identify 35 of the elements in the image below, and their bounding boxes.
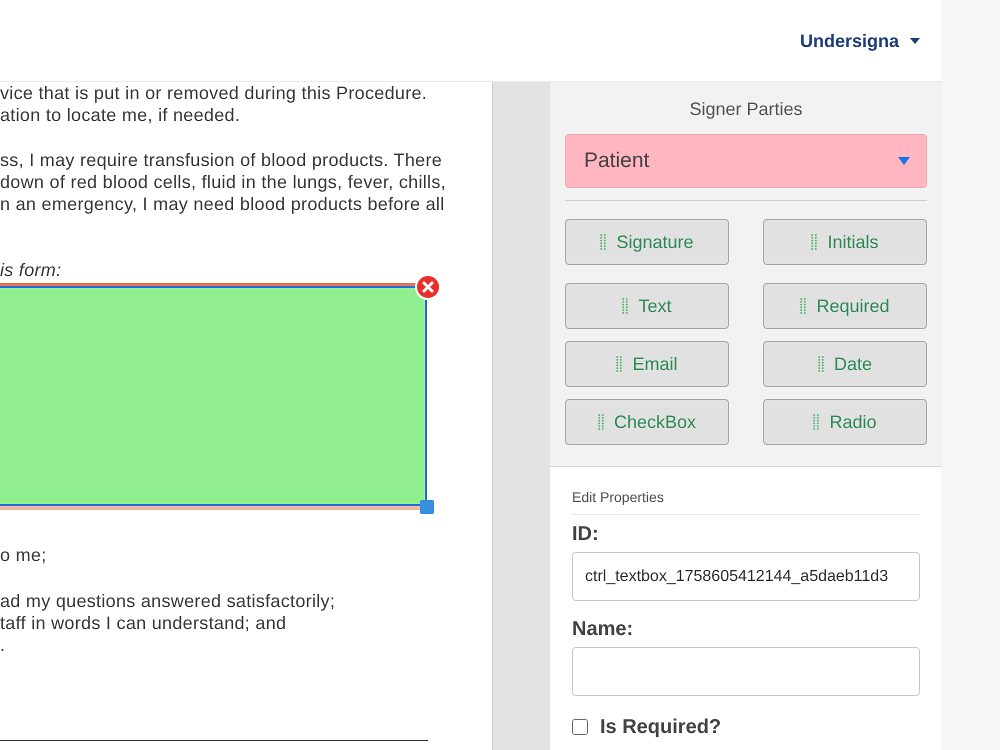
field-type-button[interactable]: Radio bbox=[763, 399, 927, 445]
grip-icon bbox=[616, 356, 622, 372]
caret-icon bbox=[898, 157, 910, 165]
field-label: Name: bbox=[572, 617, 634, 641]
document-paragraph: ss, I may require transfusion of blood products. There down of red blood cells, fluid in the lungs, fever, chills, n an emergency, I may need blood products before all bbox=[0, 149, 446, 215]
signer-party-select[interactable]: Patient bbox=[565, 134, 927, 188]
grip-icon bbox=[600, 234, 606, 250]
document-paragraph: vice that is put in or removed during this Procedure. ation to locate me, if needed. bbox=[0, 82, 428, 126]
field-type-button[interactable]: Email bbox=[565, 341, 729, 387]
grip-icon bbox=[800, 298, 806, 314]
caret-icon bbox=[910, 38, 920, 44]
field-type-button[interactable]: Initials bbox=[763, 219, 927, 265]
field-type-button[interactable]: Date bbox=[763, 341, 927, 387]
grip-icon bbox=[813, 414, 820, 430]
text-input[interactable] bbox=[572, 647, 920, 696]
field-type-button[interactable]: Signature bbox=[565, 219, 729, 265]
text-input[interactable]: ctrl_textbox_1758605412144_a5daeb11d3 bbox=[572, 552, 920, 601]
resize-handle-icon[interactable] bbox=[420, 500, 434, 514]
close-icon[interactable] bbox=[415, 274, 441, 300]
field-type-button[interactable]: Required bbox=[763, 283, 927, 329]
required-checkbox[interactable] bbox=[572, 719, 588, 735]
document-paragraph: ad my questions answered satisfactorily; taff in words I can understand; and . bbox=[0, 590, 336, 656]
user-menu[interactable]: Undersigna bbox=[800, 30, 920, 52]
grip-icon bbox=[818, 356, 824, 372]
grip-icon bbox=[811, 234, 818, 250]
grip-icon bbox=[622, 298, 628, 314]
grip-icon bbox=[598, 414, 604, 430]
field-label: ID: bbox=[572, 522, 599, 546]
document-paragraph: o me; bbox=[0, 544, 47, 566]
field-type-button[interactable]: CheckBox bbox=[565, 399, 729, 445]
checkbox-label: Is Required? bbox=[600, 715, 722, 739]
panel-title: Signer Parties bbox=[688, 98, 804, 120]
properties-title: Edit Properties bbox=[572, 489, 665, 506]
field-type-button[interactable]: Text bbox=[565, 283, 729, 329]
document-caption: is form: bbox=[0, 259, 62, 281]
